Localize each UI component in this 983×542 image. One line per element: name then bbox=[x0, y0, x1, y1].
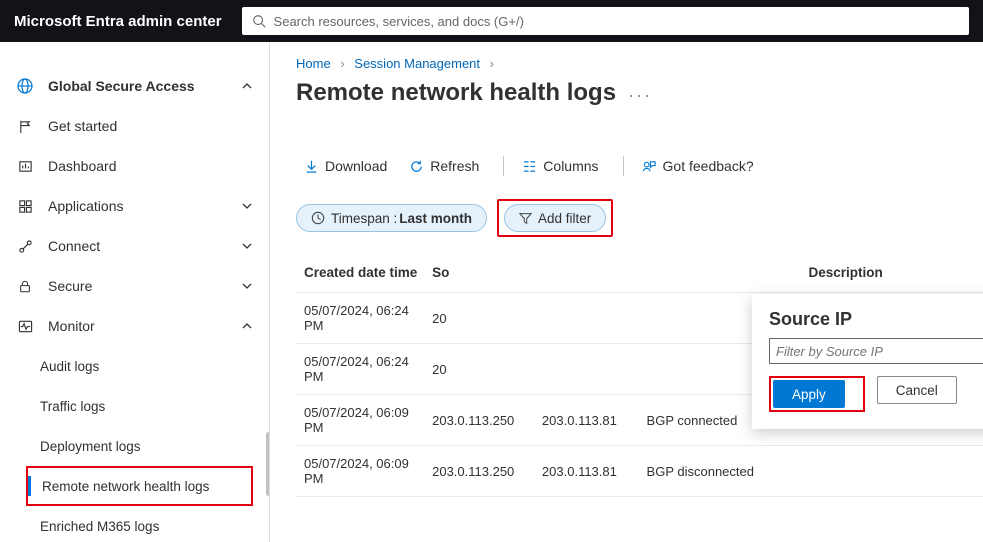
breadcrumb-parent[interactable]: Session Management bbox=[354, 56, 480, 71]
col-created[interactable]: Created date time bbox=[296, 255, 424, 293]
sidebar-item-secure[interactable]: Secure bbox=[0, 266, 269, 306]
apply-highlight: Apply bbox=[769, 376, 865, 412]
breadcrumb: Home › Session Management › bbox=[296, 56, 983, 71]
source-ip-filter-popover: Source IP Apply Cancel bbox=[752, 294, 983, 429]
sidebar-item-monitor[interactable]: Monitor bbox=[0, 306, 269, 346]
download-icon bbox=[304, 159, 319, 174]
table-row[interactable]: 05/07/2024, 06:09 PM203.0.113.250203.0.1… bbox=[296, 446, 983, 497]
chevron-right-icon: › bbox=[490, 56, 494, 71]
popover-title: Source IP bbox=[769, 309, 983, 330]
sidebar-item-remote-network-health-logs[interactable]: Remote network health logs bbox=[26, 466, 253, 506]
sidebar-item-traffic-logs[interactable]: Traffic logs bbox=[40, 386, 269, 426]
lock-icon bbox=[16, 277, 34, 295]
sidebar-item-audit-logs[interactable]: Audit logs bbox=[40, 346, 269, 386]
sidebar-section-gsa[interactable]: Global Secure Access bbox=[0, 66, 269, 106]
more-actions-icon[interactable]: ··· bbox=[628, 85, 652, 106]
filter-icon bbox=[519, 212, 532, 225]
apply-button[interactable]: Apply bbox=[773, 380, 845, 408]
sidebar-item-applications[interactable]: Applications bbox=[0, 186, 269, 226]
chevron-up-icon bbox=[241, 80, 253, 92]
chart-icon bbox=[16, 157, 34, 175]
sidebar-section-label: Global Secure Access bbox=[48, 78, 241, 94]
brand-title: Microsoft Entra admin center bbox=[14, 13, 222, 30]
add-filter-highlight: Add filter bbox=[497, 199, 613, 237]
sidebar-item-connect[interactable]: Connect bbox=[0, 226, 269, 266]
connect-icon bbox=[16, 237, 34, 255]
columns-button[interactable]: Columns bbox=[514, 150, 606, 182]
apps-icon bbox=[16, 197, 34, 215]
pulse-icon bbox=[16, 317, 34, 335]
refresh-button[interactable]: Refresh bbox=[401, 150, 487, 182]
globe-icon bbox=[16, 77, 34, 95]
global-search-input[interactable]: Search resources, services, and docs (G+… bbox=[242, 7, 969, 35]
cancel-button[interactable]: Cancel bbox=[877, 376, 957, 404]
table-header-row: Created date time So Description bbox=[296, 255, 983, 293]
feedback-button[interactable]: Got feedback? bbox=[634, 150, 762, 182]
source-ip-filter-input[interactable] bbox=[769, 338, 983, 364]
search-icon bbox=[252, 14, 266, 28]
sidebar-item-get-started[interactable]: Get started bbox=[0, 106, 269, 146]
download-button[interactable]: Download bbox=[296, 150, 395, 182]
active-indicator bbox=[28, 476, 31, 496]
flag-icon bbox=[16, 117, 34, 135]
col-dest-ip[interactable] bbox=[534, 255, 639, 293]
toolbar-separator bbox=[503, 156, 504, 176]
columns-icon bbox=[522, 160, 537, 173]
add-filter-button[interactable]: Add filter bbox=[504, 204, 606, 232]
sidebar-nav: Global Secure Access Get started Dashboa… bbox=[0, 42, 270, 542]
filter-bar: Timespan : Last month Add filter bbox=[296, 199, 983, 237]
page-title: Remote network health logs bbox=[296, 79, 616, 107]
chevron-up-icon bbox=[241, 320, 253, 332]
refresh-icon bbox=[409, 159, 424, 174]
sidebar-item-enriched-m365-logs[interactable]: Enriched M365 logs bbox=[40, 506, 269, 542]
col-source-ip[interactable]: So bbox=[424, 255, 534, 293]
main-content: Home › Session Management › Remote netwo… bbox=[270, 42, 983, 542]
clock-icon bbox=[311, 211, 325, 225]
toolbar-separator bbox=[623, 156, 624, 176]
search-placeholder: Search resources, services, and docs (G+… bbox=[274, 14, 524, 29]
sidebar-item-deployment-logs[interactable]: Deployment logs bbox=[40, 426, 269, 466]
timespan-filter-pill[interactable]: Timespan : Last month bbox=[296, 204, 487, 232]
chevron-right-icon: › bbox=[340, 56, 344, 71]
top-bar: Microsoft Entra admin center Search reso… bbox=[0, 0, 983, 42]
chevron-down-icon bbox=[241, 240, 253, 252]
breadcrumb-home[interactable]: Home bbox=[296, 56, 331, 71]
sidebar-item-dashboard[interactable]: Dashboard bbox=[0, 146, 269, 186]
toolbar: Download Refresh Columns Got feedback? bbox=[296, 147, 983, 185]
feedback-icon bbox=[642, 159, 657, 174]
chevron-down-icon bbox=[241, 200, 253, 212]
col-description[interactable]: Description bbox=[639, 255, 983, 293]
chevron-down-icon bbox=[241, 280, 253, 292]
